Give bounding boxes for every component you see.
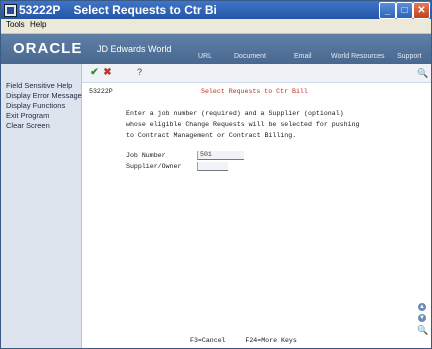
job-number-label: Job Number: [126, 152, 166, 159]
instruction-line-2: whose eligible Change Requests will be s…: [126, 121, 360, 128]
banner-link-url[interactable]: URL: [198, 53, 212, 60]
screen-content: 53222P Select Requests to Ctr Bill Enter…: [82, 83, 431, 348]
menu-bar: Tools Help: [1, 19, 431, 34]
sidebar-item-exit-program[interactable]: Exit Program: [6, 111, 49, 120]
sidebar-item-display-functions[interactable]: Display Functions: [6, 101, 65, 110]
minimize-button[interactable]: _: [379, 2, 396, 19]
sidebar-item-clear-screen[interactable]: Clear Screen: [6, 121, 50, 130]
banner-link-document[interactable]: Document: [234, 53, 266, 60]
screen-title: Select Requests to Ctr Bill: [201, 88, 308, 95]
job-number-input[interactable]: 501: [197, 151, 244, 160]
title-bar: 53222P Select Requests to Ctr Bi _ □ ✕: [1, 1, 431, 19]
toolbar: ✔ ✖ ? 🔍: [82, 64, 431, 83]
menu-tools[interactable]: Tools: [6, 20, 25, 29]
instruction-line-1: Enter a job number (required) and a Supp…: [126, 110, 344, 117]
ok-check-icon[interactable]: ✔: [89, 67, 100, 78]
program-id: 53222P: [89, 88, 113, 95]
window-title: 53222P Select Requests to Ctr Bi: [19, 3, 217, 17]
supplier-owner-input[interactable]: [197, 162, 228, 171]
application-window: 53222P Select Requests to Ctr Bi _ □ ✕ T…: [0, 0, 432, 349]
bottom-magnifier-icon[interactable]: 🔍: [417, 325, 428, 335]
menu-help[interactable]: Help: [30, 20, 46, 29]
banner-link-email[interactable]: Email: [294, 53, 312, 60]
sidebar-item-field-sensitive-help[interactable]: Field Sensitive Help: [6, 81, 72, 90]
scroll-up-icon[interactable]: ▲: [418, 303, 426, 311]
help-question-icon[interactable]: ?: [134, 67, 145, 78]
supplier-owner-label: Supplier/Owner: [126, 163, 182, 170]
app-icon: [4, 4, 17, 17]
instruction-line-3: to Contract Management or Contract Billi…: [126, 132, 297, 139]
banner-link-world-resources[interactable]: World Resources: [331, 53, 385, 60]
oracle-banner: ORACLE JD Edwards World URL Document Ema…: [1, 34, 431, 64]
maximize-button[interactable]: □: [396, 2, 413, 19]
function-sidebar: Field Sensitive Help Display Error Messa…: [1, 64, 82, 348]
cancel-x-icon[interactable]: ✖: [102, 67, 113, 78]
sidebar-item-display-error-message[interactable]: Display Error Message: [6, 91, 82, 100]
jde-world-logo: JD Edwards World: [97, 44, 172, 54]
banner-link-support[interactable]: Support: [397, 53, 422, 60]
magnifier-icon[interactable]: 🔍: [417, 68, 428, 78]
close-button[interactable]: ✕: [413, 2, 430, 19]
oracle-logo: ORACLE: [13, 40, 83, 57]
scroll-down-icon[interactable]: ▼: [418, 314, 426, 322]
function-keys-hint: F3=Cancel F24=More Keys: [190, 337, 297, 344]
